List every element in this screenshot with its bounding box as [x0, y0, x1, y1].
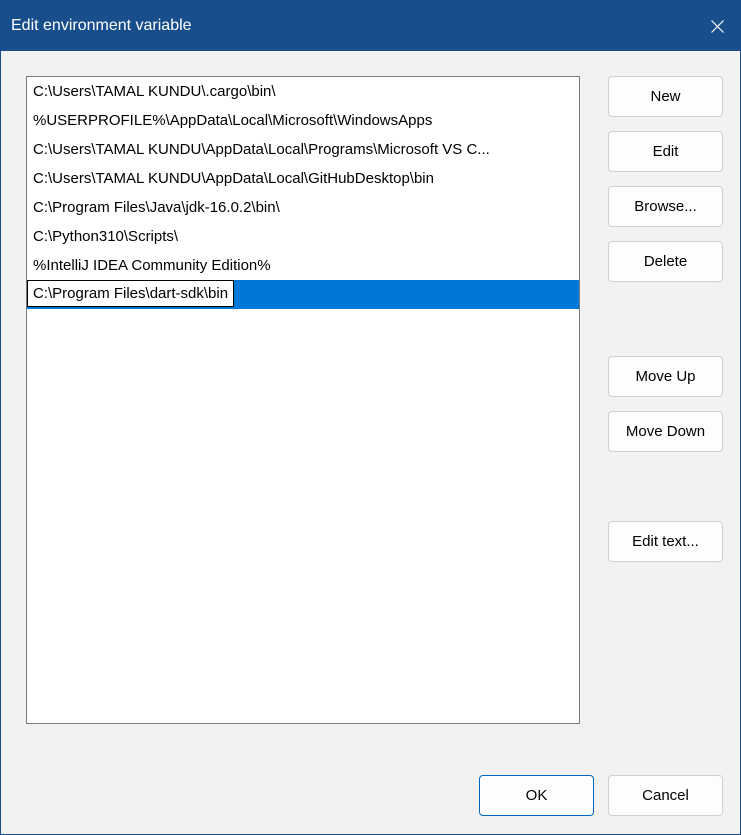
- list-item[interactable]: C:\Users\TAMAL KUNDU\AppData\Local\GitHu…: [27, 164, 579, 193]
- list-item-empty[interactable]: [27, 570, 579, 599]
- list-item[interactable]: C:\Python310\Scripts\: [27, 222, 579, 251]
- list-item-empty[interactable]: [27, 483, 579, 512]
- window-title: Edit environment variable: [11, 17, 694, 35]
- list-item-empty[interactable]: [27, 657, 579, 686]
- list-item[interactable]: C:\Program Files\Java\jdk-16.0.2\bin\: [27, 193, 579, 222]
- cancel-button[interactable]: Cancel: [608, 775, 723, 816]
- list-item-empty[interactable]: [27, 367, 579, 396]
- list-item-selected[interactable]: C:\Program Files\dart-sdk\bin: [27, 280, 579, 309]
- list-item-empty[interactable]: [27, 425, 579, 454]
- close-icon: [711, 20, 724, 33]
- inline-edit-field[interactable]: C:\Program Files\dart-sdk\bin: [27, 280, 234, 307]
- list-item-empty[interactable]: [27, 686, 579, 715]
- list-item[interactable]: %USERPROFILE%\AppData\Local\Microsoft\Wi…: [27, 106, 579, 135]
- list-item[interactable]: C:\Users\TAMAL KUNDU\.cargo\bin\: [27, 77, 579, 106]
- move-down-button[interactable]: Move Down: [608, 411, 723, 452]
- dialog-footer: OK Cancel: [1, 775, 740, 834]
- new-button[interactable]: New: [608, 76, 723, 117]
- list-item-empty[interactable]: [27, 396, 579, 425]
- list-item-empty[interactable]: [27, 541, 579, 570]
- move-up-button[interactable]: Move Up: [608, 356, 723, 397]
- list-item[interactable]: %IntelliJ IDEA Community Edition%: [27, 251, 579, 280]
- dialog-content: C:\Users\TAMAL KUNDU\.cargo\bin\ %USERPR…: [1, 51, 740, 775]
- titlebar: Edit environment variable: [1, 1, 740, 51]
- list-item-empty[interactable]: [27, 309, 579, 338]
- list-item[interactable]: C:\Users\TAMAL KUNDU\AppData\Local\Progr…: [27, 135, 579, 164]
- list-item-empty[interactable]: [27, 454, 579, 483]
- list-item-empty[interactable]: [27, 628, 579, 657]
- list-item-empty[interactable]: [27, 338, 579, 367]
- side-buttons: New Edit Browse... Delete Move Up Move D…: [608, 76, 723, 765]
- path-listbox[interactable]: C:\Users\TAMAL KUNDU\.cargo\bin\ %USERPR…: [26, 76, 580, 724]
- list-item-empty[interactable]: [27, 512, 579, 541]
- close-button[interactable]: [694, 1, 740, 51]
- browse-button[interactable]: Browse...: [608, 186, 723, 227]
- dialog-window: Edit environment variable C:\Users\TAMAL…: [0, 0, 741, 835]
- edit-button[interactable]: Edit: [608, 131, 723, 172]
- edit-text-button[interactable]: Edit text...: [608, 521, 723, 562]
- delete-button[interactable]: Delete: [608, 241, 723, 282]
- list-item-empty[interactable]: [27, 599, 579, 628]
- ok-button[interactable]: OK: [479, 775, 594, 816]
